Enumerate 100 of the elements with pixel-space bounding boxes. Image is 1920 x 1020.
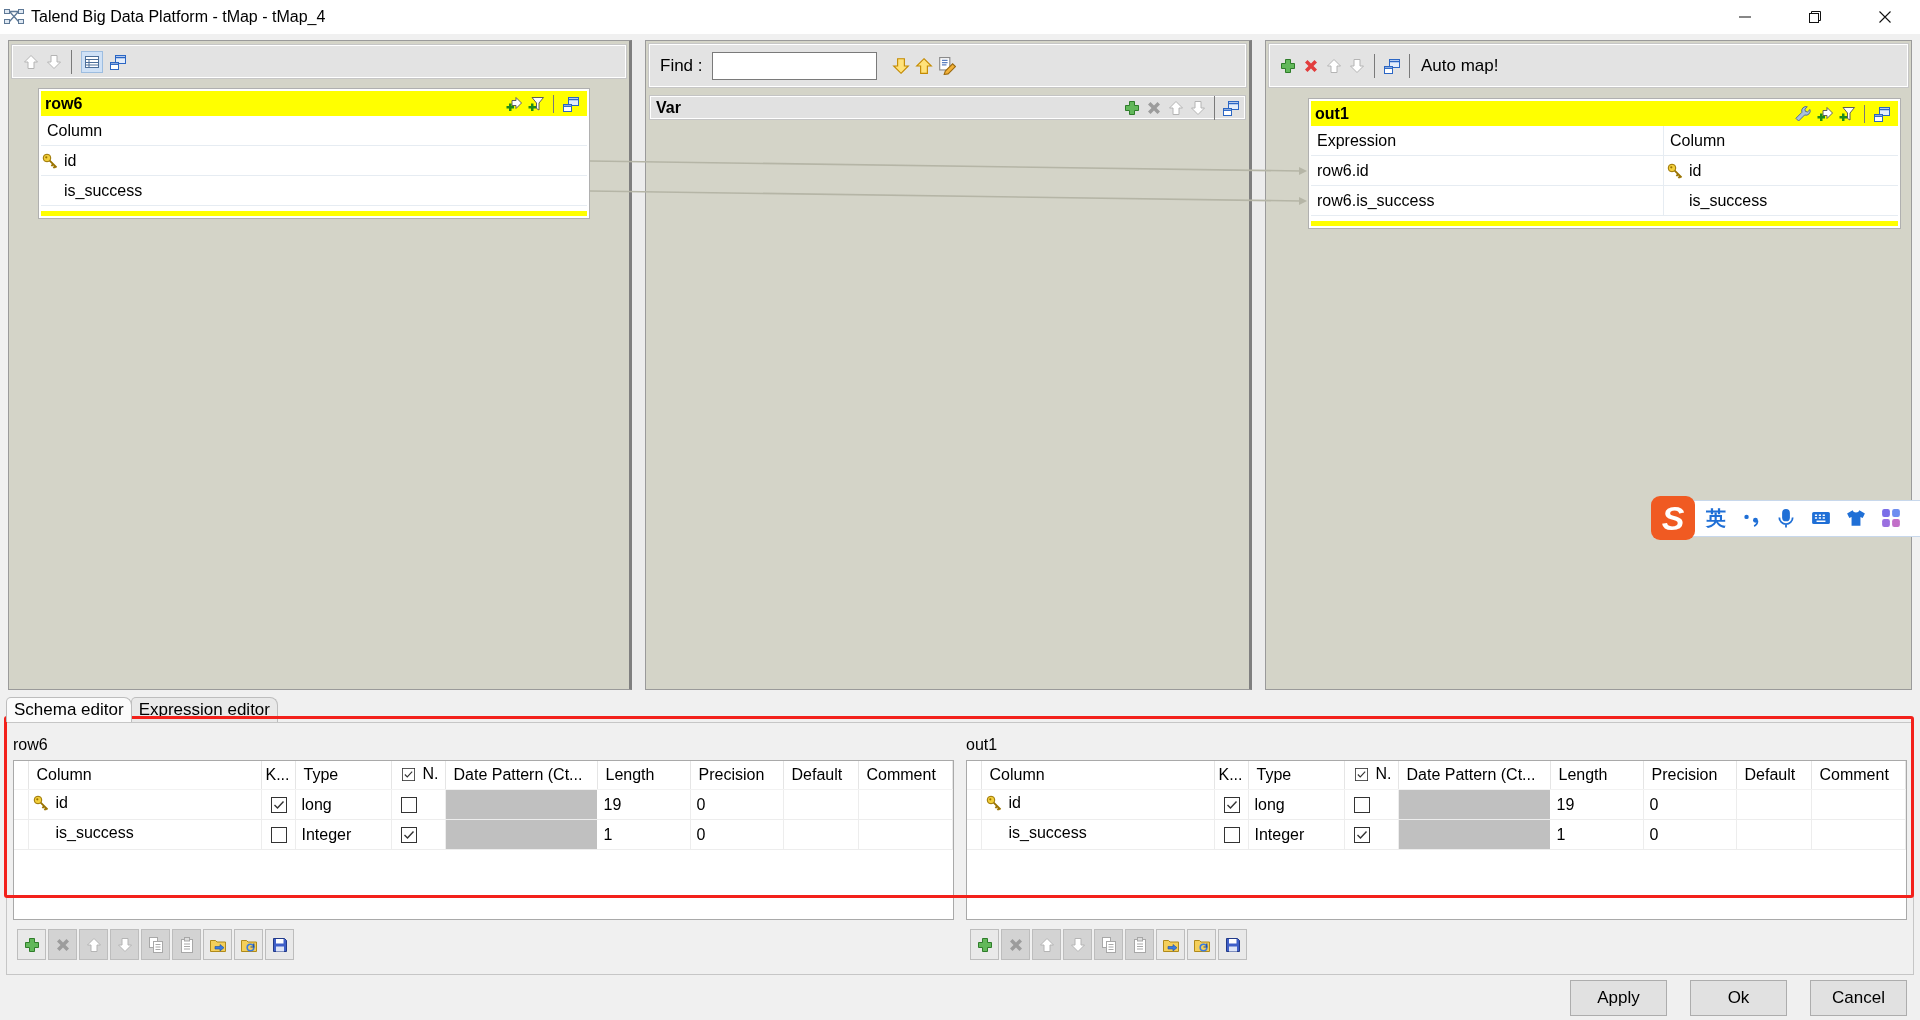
column-header[interactable]: Precision xyxy=(690,761,783,790)
overlapping-windows-icon[interactable] xyxy=(1223,99,1239,116)
tab[interactable]: Expression editor xyxy=(130,697,278,722)
plus-icon xyxy=(23,936,40,953)
overlapping-windows-icon[interactable] xyxy=(110,53,126,70)
column-header[interactable]: Type xyxy=(1248,761,1344,790)
column-header[interactable]: Length xyxy=(597,761,690,790)
overlapping-windows-icon[interactable] xyxy=(563,95,579,112)
column-header[interactable]: Column xyxy=(28,761,261,790)
column-name: id xyxy=(1689,161,1702,180)
checkbox[interactable] xyxy=(1354,767,1368,781)
funnel-plus-icon[interactable] xyxy=(1839,105,1855,122)
wrench-icon[interactable] xyxy=(1795,105,1811,122)
page-pencil-icon[interactable] xyxy=(937,56,956,75)
column-header[interactable]: Comment xyxy=(858,761,953,790)
checkbox[interactable] xyxy=(1353,796,1370,813)
clipboard-icon xyxy=(178,936,195,953)
overlapping-windows-icon[interactable] xyxy=(1874,105,1890,122)
app-icon xyxy=(4,7,24,27)
checkbox[interactable] xyxy=(401,767,415,781)
table-cell: long xyxy=(1248,789,1344,820)
checkbox[interactable] xyxy=(270,796,287,813)
table-cell: id xyxy=(1008,794,1021,812)
column-header[interactable]: N. xyxy=(422,765,439,784)
input-mode-toggle[interactable]: 英 xyxy=(1706,504,1726,532)
column-header[interactable]: Date Pattern (Ct... xyxy=(1398,761,1550,790)
column-header[interactable]: Default xyxy=(783,761,858,790)
save-button[interactable] xyxy=(1218,929,1247,960)
cross-icon xyxy=(54,936,71,953)
column-name: id xyxy=(64,151,77,170)
expression-text: row6.id xyxy=(1316,161,1369,180)
import-button[interactable] xyxy=(1156,929,1185,960)
copy-icon xyxy=(1100,936,1117,953)
table-cell: 1 xyxy=(597,819,690,850)
plus-icon[interactable] xyxy=(1124,99,1140,116)
down-arrow-icon xyxy=(1069,936,1086,953)
tab[interactable]: Schema editor xyxy=(6,697,132,722)
copy-icon xyxy=(147,936,164,953)
column-header[interactable]: Default xyxy=(1736,761,1811,790)
plus-icon[interactable] xyxy=(1280,57,1296,74)
save-button[interactable] xyxy=(265,929,294,960)
table-cell: 1 xyxy=(1550,819,1643,850)
down-arrow-icon[interactable] xyxy=(891,56,910,75)
table-cell: Integer xyxy=(1248,819,1344,850)
table-cell: 0 xyxy=(1643,819,1736,850)
schema-title: row6 xyxy=(13,735,48,755)
table-title: row6 xyxy=(45,94,83,113)
shirt-icon[interactable] xyxy=(1846,508,1866,528)
checkbox[interactable] xyxy=(1223,826,1240,843)
column-header[interactable]: Type xyxy=(295,761,391,790)
column-header[interactable]: Column xyxy=(981,761,1214,790)
up-arrow-icon[interactable] xyxy=(914,56,933,75)
table-cell: id xyxy=(55,794,68,812)
column-name: is_success xyxy=(64,181,143,200)
arrow-plus-icon[interactable] xyxy=(506,95,522,112)
column-header[interactable]: Date Pattern (Ct... xyxy=(445,761,597,790)
add-button[interactable] xyxy=(970,929,999,960)
cross-icon[interactable] xyxy=(1303,57,1319,74)
column-header: Expression xyxy=(1316,131,1397,150)
table-cell: long xyxy=(295,789,391,820)
overlapping-windows-icon[interactable] xyxy=(1384,57,1400,74)
table-cell: 19 xyxy=(597,789,690,820)
column-header[interactable]: Length xyxy=(1550,761,1643,790)
checkbox[interactable] xyxy=(1353,826,1370,843)
table-cell: 19 xyxy=(1550,789,1643,820)
checkbox[interactable] xyxy=(400,796,417,813)
table-cell: is_success xyxy=(55,824,134,842)
arrow-plus-icon[interactable] xyxy=(1817,105,1833,122)
column-header[interactable]: Comment xyxy=(1811,761,1906,790)
checkbox[interactable] xyxy=(270,826,287,843)
table-title: out1 xyxy=(1315,104,1349,123)
column-name: is_success xyxy=(1689,191,1768,210)
table-cell: 0 xyxy=(1643,789,1736,820)
checkbox[interactable] xyxy=(400,826,417,843)
up-arrow-icon xyxy=(85,936,102,953)
table-cell: Integer xyxy=(295,819,391,850)
dialog-button[interactable]: Ok xyxy=(1690,980,1787,1016)
checkbox[interactable] xyxy=(1223,796,1240,813)
plus-icon xyxy=(976,936,993,953)
column-header: Column xyxy=(46,121,103,140)
table-icon[interactable] xyxy=(81,50,103,73)
column-header[interactable]: N. xyxy=(1375,765,1392,784)
table-cell: is_success xyxy=(1008,824,1087,842)
dialog-button[interactable]: Cancel xyxy=(1810,980,1907,1016)
dialog-button[interactable]: Apply xyxy=(1570,980,1667,1016)
column-header[interactable]: Precision xyxy=(1643,761,1736,790)
funnel-plus-icon[interactable] xyxy=(528,95,544,112)
grid-icon[interactable] xyxy=(1881,508,1901,528)
expression-text: row6.is_success xyxy=(1316,191,1435,210)
auto-map-button[interactable]: Auto map! xyxy=(1419,53,1501,78)
column-header[interactable]: K... xyxy=(1214,761,1248,790)
add-button[interactable] xyxy=(17,929,46,960)
column-header[interactable]: K... xyxy=(261,761,295,790)
import-button[interactable] xyxy=(203,929,232,960)
up-arrow-icon xyxy=(1038,936,1055,953)
window-title: Talend Big Data Platform - tMap - tMap_4 xyxy=(31,8,326,26)
microphone-icon[interactable] xyxy=(1776,508,1796,528)
column-header: Column xyxy=(1669,131,1726,150)
find-field[interactable] xyxy=(711,51,877,80)
find-label: Find : xyxy=(660,55,703,76)
